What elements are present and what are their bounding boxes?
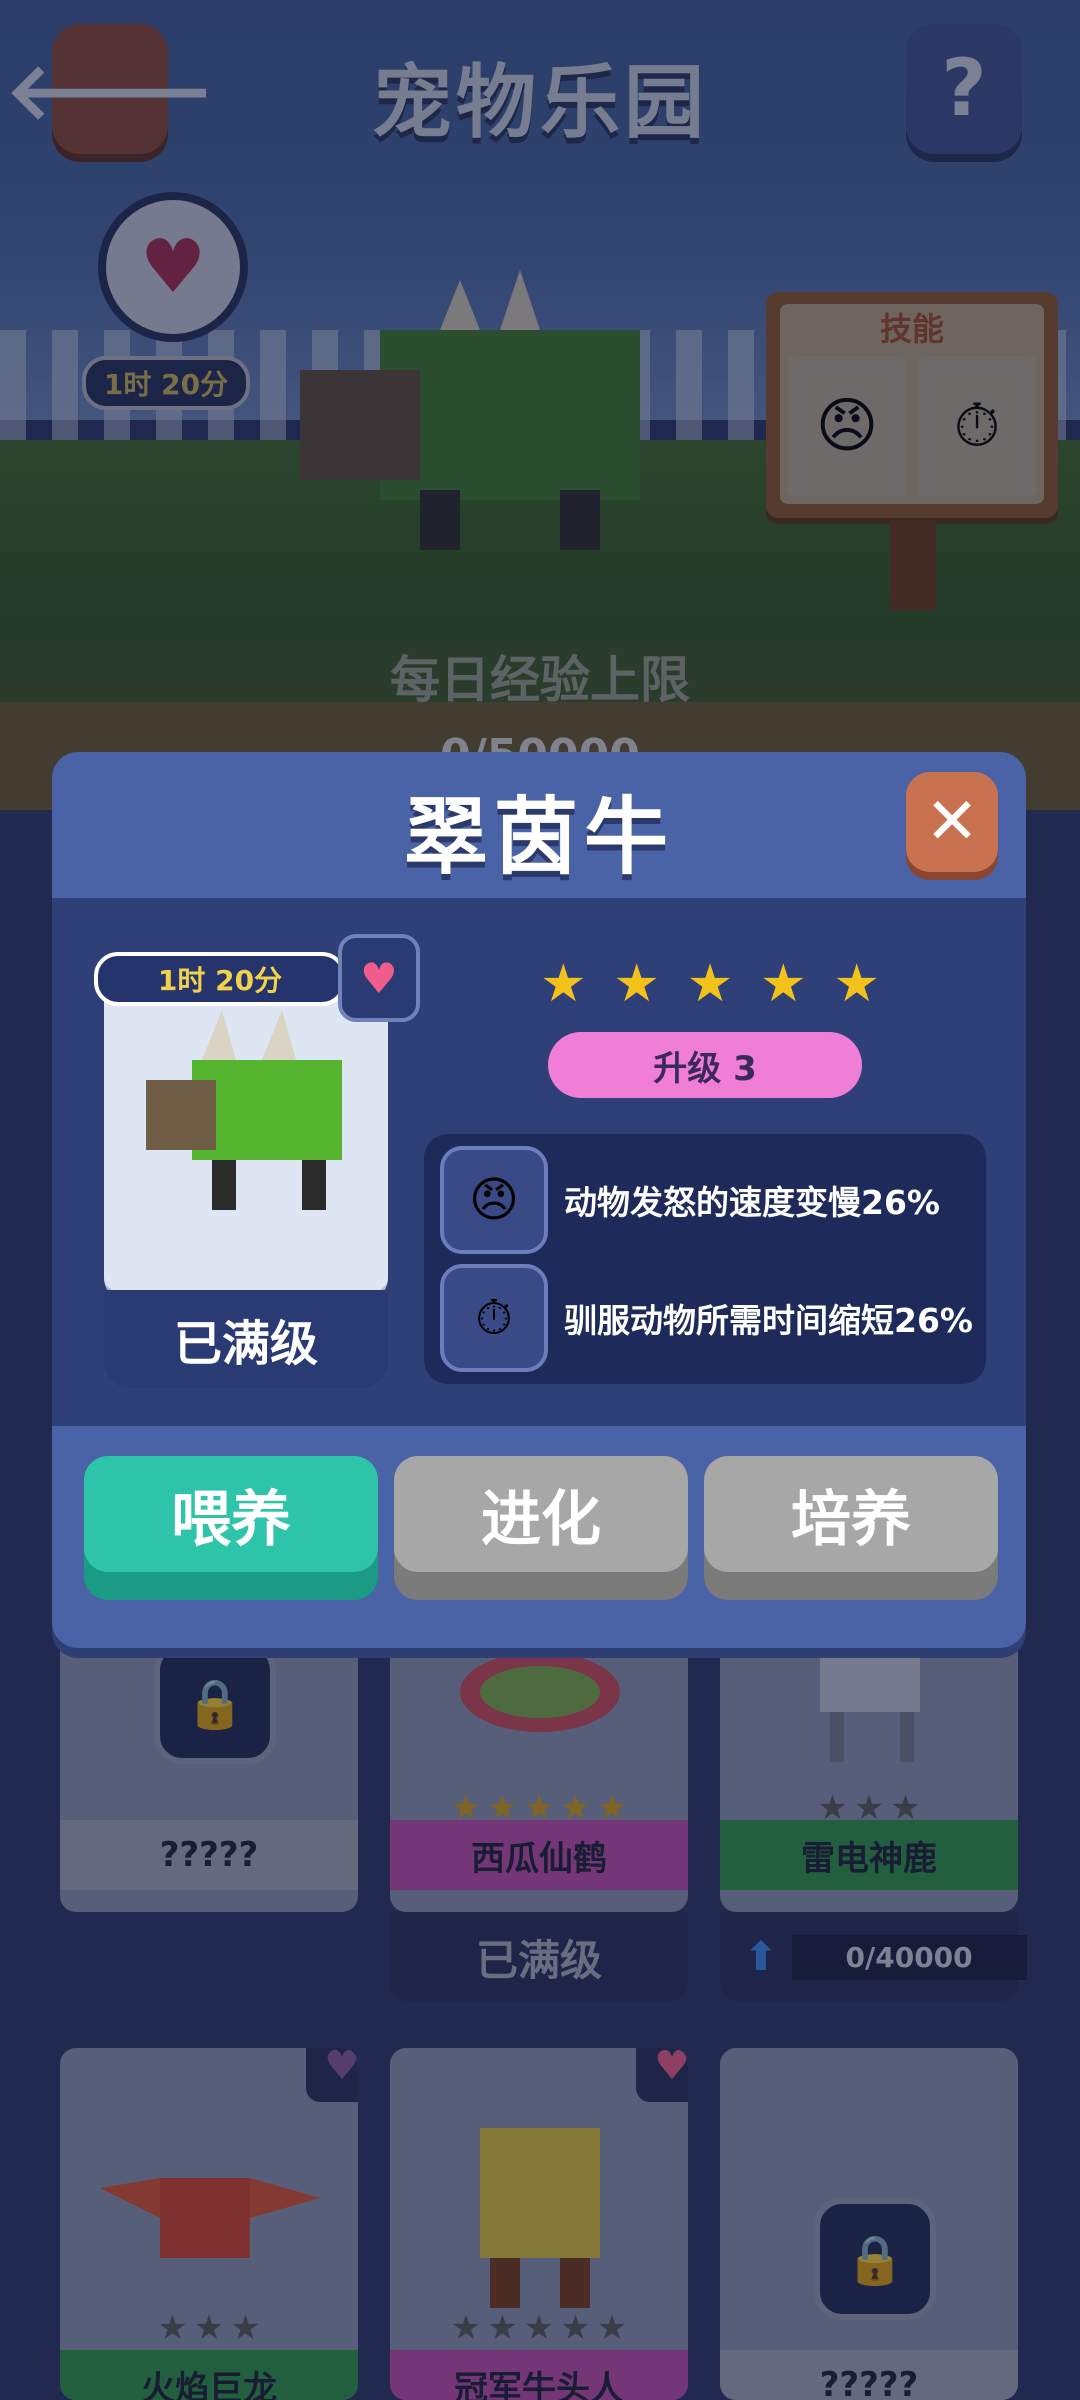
- affection-timer-badge: 1时 20分: [94, 952, 346, 1006]
- star-icon: ★: [613, 954, 660, 1014]
- tame-time-icon: ⏱: [440, 1264, 548, 1372]
- skill-row: 😠 动物发怒的速度变慢26%: [440, 1146, 980, 1254]
- evolve-button[interactable]: 进化: [394, 1456, 688, 1572]
- skill-text: 动物发怒的速度变慢26%: [564, 1183, 940, 1222]
- skill-row: ⏱ 驯服动物所需时间缩短26%: [440, 1264, 980, 1372]
- heart-icon[interactable]: ♥: [338, 934, 420, 1022]
- star-icon: ★: [760, 954, 807, 1014]
- close-icon: ✕: [925, 785, 979, 859]
- feed-button[interactable]: 喂养: [84, 1456, 378, 1572]
- dialog-title: 翠茵牛: [403, 788, 674, 886]
- rarity-stars: ★ ★ ★ ★ ★: [540, 954, 880, 1014]
- train-button[interactable]: 培养: [704, 1456, 998, 1572]
- star-icon: ★: [540, 954, 587, 1014]
- star-icon: ★: [833, 954, 880, 1014]
- maxed-status: 已满级: [104, 1290, 388, 1388]
- close-button[interactable]: ✕: [906, 772, 998, 872]
- star-icon: ★: [686, 954, 734, 1014]
- skill-text: 驯服动物所需时间缩短26%: [564, 1301, 973, 1340]
- level-badge: 升级 3: [548, 1032, 862, 1098]
- ox-portrait-image: [146, 1010, 342, 1210]
- anger-slow-icon: 😠: [440, 1146, 548, 1254]
